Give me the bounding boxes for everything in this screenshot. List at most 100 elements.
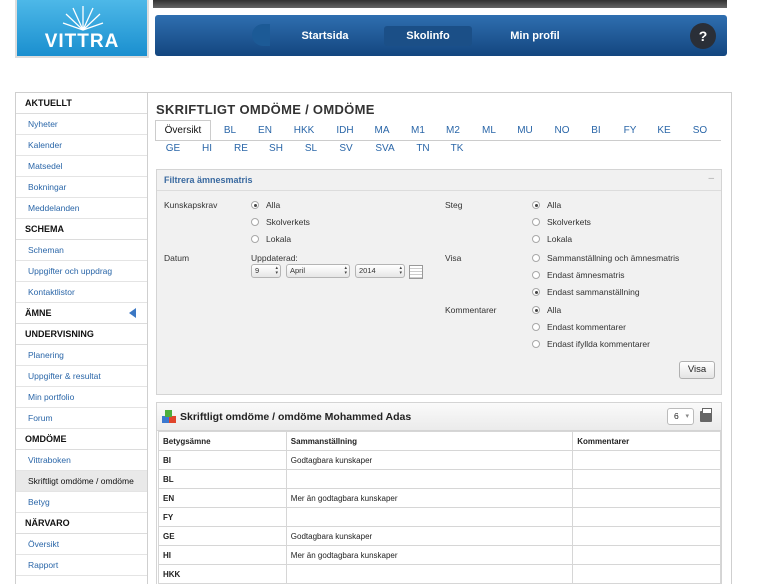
cell-subject: HI [158, 545, 287, 565]
tab-re[interactable]: RE [230, 139, 252, 158]
sidebar-heading-narvaro: NÄRVARO [16, 513, 147, 534]
sidebar-heading-amne[interactable]: ÄMNE [16, 303, 147, 324]
sidebar-item-rapport[interactable]: Rapport [16, 555, 147, 576]
sidebar-item-planering[interactable]: Planering [16, 345, 147, 366]
kunskapskrav-option-alla: Alla [266, 200, 281, 210]
sidebar-item-betyg[interactable]: Betyg [16, 492, 147, 513]
tab-tn[interactable]: TN [413, 139, 433, 158]
tab-m2[interactable]: M2 [443, 121, 463, 140]
nav-skolinfo[interactable]: Skolinfo [384, 26, 472, 46]
steg-option-skolverkets: Skolverkets [547, 217, 591, 227]
tab-mu[interactable]: MU [514, 121, 536, 140]
kommentarer-radio-alla[interactable] [532, 306, 540, 314]
tab-tk[interactable]: TK [446, 139, 468, 158]
sidebar-item-uppgifter-resultat[interactable]: Uppgifter & resultat [16, 366, 147, 387]
visa-radio-endast-sammanstallning[interactable] [532, 288, 540, 296]
tab-en[interactable]: EN [254, 121, 276, 140]
cell-comment [572, 469, 721, 489]
visa-radio-sammanstallning-och-amnesmatris[interactable] [532, 254, 540, 262]
count-select[interactable]: 6 [667, 408, 694, 425]
tab-bl[interactable]: BL [220, 121, 240, 140]
sidebar-heading-amne-label: ÄMNE [25, 308, 52, 318]
sidebar-item-kontaktlistor[interactable]: Kontaktlistor [16, 282, 147, 303]
tab-sl[interactable]: SL [301, 139, 321, 158]
steg-radio-alla[interactable] [532, 201, 540, 209]
collapse-icon[interactable]: – [708, 173, 714, 184]
sidebar-item-oversikt[interactable]: Översikt [16, 534, 147, 555]
collapse-arrow-icon[interactable] [129, 308, 136, 318]
sidebar-item-bokningar[interactable]: Bokningar [16, 177, 147, 198]
sidebar-item-forum[interactable]: Forum [16, 408, 147, 429]
tab-hi[interactable]: HI [198, 139, 216, 158]
table-row: HKK [158, 564, 721, 584]
calendar-icon[interactable] [409, 265, 423, 279]
tab-idh[interactable]: IDH [334, 121, 356, 140]
tab-ma[interactable]: MA [372, 121, 392, 140]
steg-label: Steg [445, 200, 463, 210]
tab-sv[interactable]: SV [335, 139, 357, 158]
nav-min-profil[interactable]: Min profil [496, 26, 574, 46]
steg-radio-skolverkets[interactable] [532, 218, 540, 226]
sidebar-item-skriftligt-omdome[interactable]: Skriftligt omdöme / omdöme [16, 471, 147, 492]
kommentarer-option-endast-ifyllda: Endast ifyllda kommentarer [547, 339, 650, 349]
visa-button[interactable]: Visa [679, 361, 715, 379]
table-row: EN Mer än godtagbara kunskaper [158, 488, 721, 508]
tab-ge[interactable]: GE [162, 139, 184, 158]
cell-summary [285, 469, 574, 489]
main-navbar: Startsida Skolinfo Min profil [155, 15, 727, 56]
sidebar-item-matsedel[interactable]: Matsedel [16, 156, 147, 177]
sidebar-item-meddelanden[interactable]: Meddelanden [16, 198, 147, 219]
sidebar: AKTUELLT Nyheter Kalender Matsedel Bokni… [15, 92, 148, 584]
kommentarer-radio-endast-kommentarer[interactable] [532, 323, 540, 331]
cell-subject: BI [158, 450, 287, 470]
day-select[interactable]: 9 [251, 264, 281, 278]
page-title: SKRIFTLIGT OMDÖME / OMDÖME [156, 102, 375, 117]
filter-divider [157, 190, 721, 191]
sidebar-item-min-portfolio[interactable]: Min portfolio [16, 387, 147, 408]
column-header-kommentarer: Kommentarer [572, 431, 721, 451]
print-icon[interactable] [700, 408, 712, 422]
visa-option-sammanstallning-och-amnesmatris: Sammanställning och ämnesmatris [547, 253, 680, 263]
sidebar-item-vittraboken[interactable]: Vittraboken [16, 450, 147, 471]
tab-hkk[interactable]: HKK [291, 121, 317, 140]
tab-bi[interactable]: BI [587, 121, 605, 140]
datum-label: Datum [164, 253, 190, 263]
logo-text: VITTRA [44, 31, 120, 52]
steg-radio-lokala[interactable] [532, 235, 540, 243]
sidebar-item-scheman[interactable]: Scheman [16, 240, 147, 261]
kunskapskrav-radio-alla[interactable] [251, 201, 259, 209]
sidebar-heading-aktuellt: AKTUELLT [16, 93, 147, 114]
tab-so[interactable]: SO [689, 121, 711, 140]
kunskapskrav-radio-lokala[interactable] [251, 235, 259, 243]
filter-panel: Filtrera ämnesmatris – Kunskapskrav Alla… [156, 169, 722, 395]
sidebar-item-uppgifter-och-uppdrag[interactable]: Uppgifter och uppdrag [16, 261, 147, 282]
tab-no[interactable]: NO [551, 121, 573, 140]
cell-summary: Mer än godtagbara kunskaper [285, 545, 574, 565]
tab-ml[interactable]: ML [479, 121, 499, 140]
tab-fy[interactable]: FY [621, 121, 639, 140]
kunskapskrav-label: Kunskapskrav [164, 200, 218, 210]
nav-startsida[interactable]: Startsida [290, 26, 360, 46]
kommentarer-option-alla: Alla [547, 305, 562, 315]
tab-m1[interactable]: M1 [408, 121, 428, 140]
tab-oversikt[interactable]: Översikt [155, 120, 211, 141]
tab-sh[interactable]: SH [265, 139, 287, 158]
kunskapskrav-radio-skolverkets[interactable] [251, 218, 259, 226]
table-header-row: Betygsämne Sammanställning Kommentarer [158, 431, 721, 451]
visa-label: Visa [445, 253, 462, 263]
kommentarer-radio-endast-ifyllda[interactable] [532, 340, 540, 348]
tab-sva[interactable]: SVA [370, 139, 400, 158]
sidebar-item-nyheter[interactable]: Nyheter [16, 114, 147, 135]
filter-title[interactable]: Filtrera ämnesmatris [164, 175, 253, 185]
year-select[interactable]: 2014 [355, 264, 405, 278]
vittra-logo[interactable]: VITTRA [15, 0, 149, 58]
tab-ke[interactable]: KE [654, 121, 674, 140]
month-select[interactable]: April [286, 264, 350, 278]
visa-radio-endast-amnesmatris[interactable] [532, 271, 540, 279]
cell-comment [572, 564, 721, 584]
results-header: Skriftligt omdöme / omdöme Mohammed Adas… [157, 403, 721, 431]
cell-comment [572, 488, 721, 508]
cubes-icon [162, 410, 176, 423]
help-button[interactable]: ? [690, 23, 716, 49]
sidebar-item-kalender[interactable]: Kalender [16, 135, 147, 156]
